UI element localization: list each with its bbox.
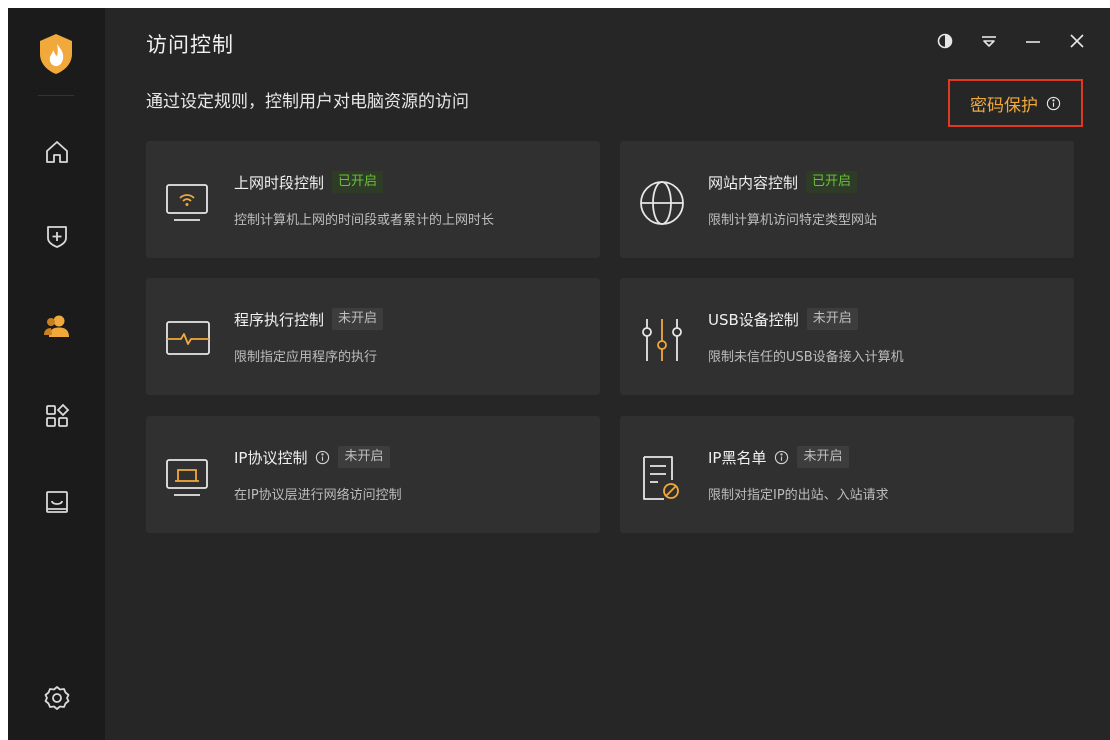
status-badge: 未开启: [797, 446, 849, 468]
sidebar-item-inbox[interactable]: [8, 474, 105, 530]
menu-button[interactable]: [978, 30, 1000, 52]
shield-plus-icon: [46, 226, 67, 248]
app-window: 访问控制 通过设定规则，控制用户对电脑资源的访问 密码保护 上网时段控制 已开启…: [8, 8, 1110, 740]
status-badge: 未开启: [806, 308, 858, 330]
sidebar-item-tools[interactable]: [8, 388, 105, 444]
home-icon: [45, 141, 68, 163]
card-ip-protocol-control[interactable]: IP协议控制 未开启 在IP协议层进行网络访问控制: [146, 416, 600, 533]
globe-icon: [640, 181, 684, 225]
sidebar-item-settings[interactable]: [8, 670, 105, 726]
info-icon[interactable]: [315, 450, 330, 465]
card-title: 网站内容控制: [708, 173, 799, 192]
app-logo-icon: [40, 34, 72, 74]
card-title: USB设备控制: [708, 310, 799, 329]
menu-icon: [982, 36, 996, 47]
card-ip-blacklist[interactable]: IP黑名单 未开启 限制对指定IP的出站、入站请求: [620, 416, 1074, 533]
monitor-ip-icon: [166, 459, 208, 496]
card-description: 控制计算机上网的时间段或者累计的上网时长: [234, 213, 495, 228]
card-description: 限制未信任的USB设备接入计算机: [708, 350, 904, 365]
sidebar-item-home[interactable]: [8, 124, 105, 180]
page-title: 访问控制: [146, 33, 234, 57]
monitor-wifi-icon: [166, 184, 208, 221]
card-description: 限制指定应用程序的执行: [234, 350, 378, 365]
sliders-icon: [642, 319, 682, 361]
sidebar-item-access-control[interactable]: [8, 298, 105, 354]
card-title: IP黑名单: [708, 448, 767, 467]
info-icon[interactable]: [774, 450, 789, 465]
theme-icon: [937, 33, 953, 49]
card-website-content-control[interactable]: 网站内容控制 已开启 限制计算机访问特定类型网站: [620, 141, 1074, 258]
users-icon: [43, 315, 69, 337]
card-title: IP协议控制: [234, 448, 308, 467]
card-title: 程序执行控制: [234, 310, 325, 329]
gear-icon: [44, 686, 69, 710]
program-pulse-icon: [166, 321, 210, 355]
card-internet-time-control[interactable]: 上网时段控制 已开启 控制计算机上网的时间段或者累计的上网时长: [146, 141, 600, 258]
card-program-execution-control[interactable]: 程序执行控制 未开启 限制指定应用程序的执行: [146, 278, 600, 395]
page-subtitle: 通过设定规则，控制用户对电脑资源的访问: [146, 92, 469, 112]
status-badge: 未开启: [338, 446, 390, 468]
password-protection-label: 密码保护: [970, 95, 1038, 116]
close-button[interactable]: [1066, 30, 1088, 52]
card-title: 上网时段控制: [234, 173, 325, 192]
status-badge: 已开启: [332, 171, 384, 193]
card-description: 限制计算机访问特定类型网站: [708, 213, 878, 228]
close-icon: [1070, 34, 1084, 48]
status-badge: 已开启: [806, 171, 858, 193]
main-content: 访问控制 通过设定规则，控制用户对电脑资源的访问 密码保护 上网时段控制 已开启…: [105, 8, 1110, 740]
status-badge: 未开启: [332, 308, 384, 330]
card-description: 限制对指定IP的出站、入站请求: [708, 488, 889, 503]
apps-icon: [45, 403, 69, 427]
document-block-icon: [643, 456, 679, 500]
inbox-icon: [45, 491, 68, 513]
sidebar-item-protection[interactable]: [8, 208, 105, 264]
info-icon: [1046, 96, 1061, 110]
window-controls: [934, 30, 1088, 52]
minimize-icon: [1026, 41, 1040, 43]
card-usb-device-control[interactable]: USB设备控制 未开启 限制未信任的USB设备接入计算机: [620, 278, 1074, 395]
password-protection-button[interactable]: 密码保护: [948, 79, 1083, 127]
minimize-button[interactable]: [1022, 30, 1044, 52]
theme-button[interactable]: [934, 30, 956, 52]
sidebar: [8, 8, 105, 740]
sidebar-divider: [38, 95, 74, 96]
card-description: 在IP协议层进行网络访问控制: [234, 488, 402, 503]
